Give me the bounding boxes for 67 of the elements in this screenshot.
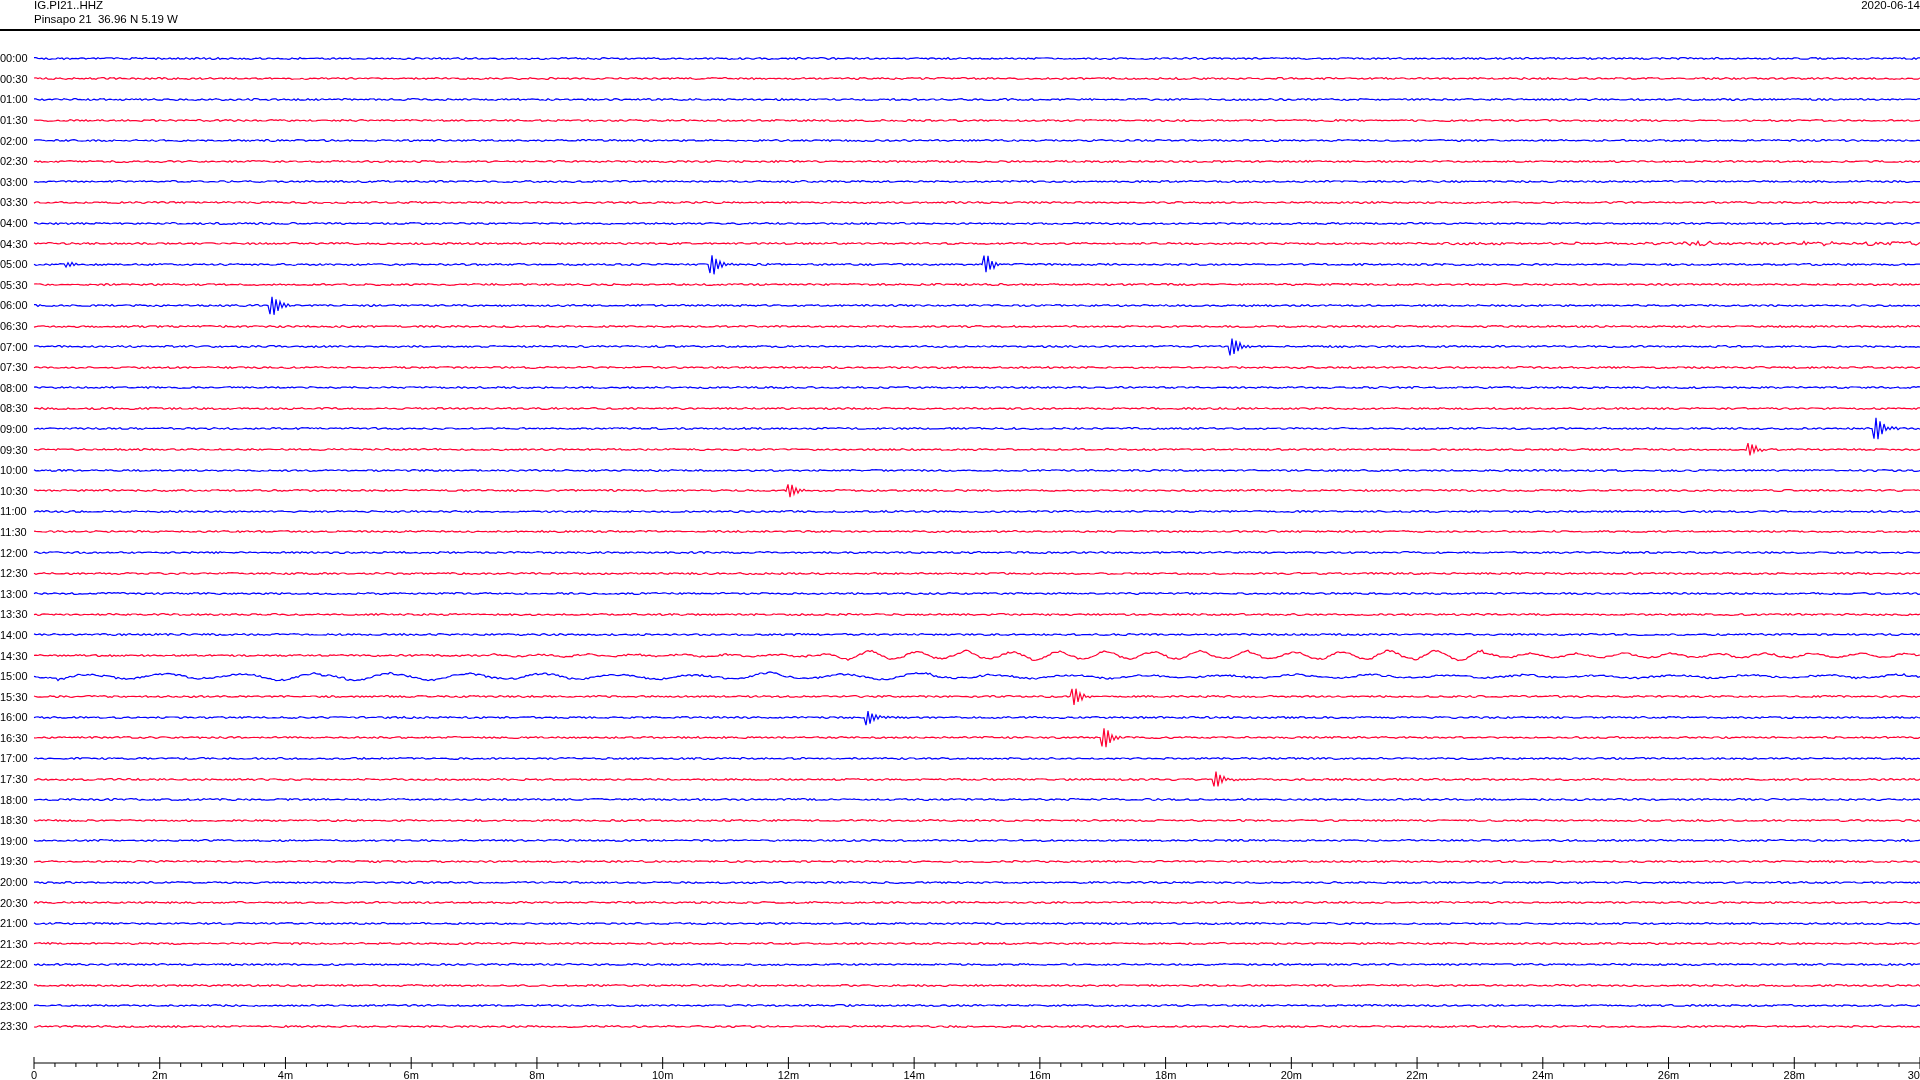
time-label: 16:30 — [0, 731, 29, 744]
time-label: 06:30 — [0, 320, 29, 332]
time-label: 11:30 — [0, 525, 28, 538]
axis-tick-label: 30 — [1907, 1069, 1920, 1080]
time-label: 05:00 — [0, 258, 29, 271]
time-label: 02:00 — [0, 134, 29, 147]
time-label: 05:30 — [0, 278, 29, 291]
axis-tick-label: 10m — [651, 1069, 674, 1080]
time-label: 08:00 — [0, 381, 29, 394]
station-info: Pinsapo 21 36.96 N 5.19 W — [34, 12, 178, 26]
time-label: 07:30 — [0, 361, 29, 374]
axis-tick-label: 0 — [30, 1069, 38, 1080]
time-label: 04:30 — [0, 237, 29, 250]
axis-tick-label: 20m — [1280, 1069, 1303, 1080]
time-label: 09:30 — [0, 443, 29, 456]
time-label: 01:00 — [0, 93, 29, 106]
time-label: 15:00 — [0, 670, 29, 683]
time-label: 20:30 — [0, 896, 29, 909]
time-label: 00:30 — [0, 72, 29, 85]
time-label: 21:00 — [0, 917, 29, 930]
time-label: 15:30 — [0, 690, 29, 703]
time-label: 10:00 — [0, 464, 29, 477]
axis-tick-label: 6m — [403, 1069, 419, 1080]
time-label: 14:30 — [0, 649, 29, 662]
axis-tick-label: 16m — [1029, 1069, 1051, 1080]
time-label: 18:00 — [0, 793, 29, 806]
time-label: 11:00 — [0, 505, 28, 518]
time-label: 22:00 — [0, 958, 29, 971]
time-label: 12:30 — [0, 567, 29, 580]
time-label: 13:00 — [0, 587, 29, 600]
axis-tick-label: 18m — [1154, 1069, 1177, 1080]
time-label: 17:00 — [0, 752, 29, 765]
date-label: 2020-06-14 — [1861, 0, 1920, 12]
time-label: 13:30 — [0, 608, 29, 621]
axis-tick-label: 28m — [1783, 1069, 1805, 1080]
time-label: 07:00 — [0, 340, 29, 353]
time-label: 23:30 — [0, 1020, 29, 1033]
time-label: 21:30 — [0, 937, 29, 950]
time-label: 03:30 — [0, 196, 29, 209]
time-label: 20:00 — [0, 876, 29, 889]
axis-tick-label: 4m — [277, 1069, 294, 1080]
time-label: 02:30 — [0, 155, 29, 168]
time-label: 10:30 — [0, 484, 29, 497]
channel-code: IG.PI21..HHZ — [34, 0, 105, 12]
time-label: 03:00 — [0, 175, 29, 188]
time-label: 16:00 — [0, 711, 29, 724]
time-label: 19:00 — [0, 834, 29, 847]
axis-tick-label: 14m — [903, 1069, 925, 1080]
time-label: 19:30 — [0, 855, 29, 868]
time-label: 08:30 — [0, 402, 29, 415]
time-label: 01:30 — [0, 114, 29, 127]
time-label: 17:30 — [0, 773, 29, 786]
time-label: 04:00 — [0, 217, 29, 230]
time-label: 23:00 — [0, 999, 29, 1012]
time-label: 12:00 — [0, 546, 29, 559]
axis-tick-label: 24m — [1532, 1069, 1554, 1080]
axis-tick-label: 12m — [777, 1069, 800, 1080]
time-label: 09:00 — [0, 423, 29, 435]
axis-tick-label: 8m — [529, 1069, 545, 1080]
time-label: 00:00 — [0, 52, 29, 65]
time-label: 18:30 — [0, 814, 29, 827]
axis-tick-label: 22m — [1406, 1069, 1428, 1080]
axis-tick-label: 26m — [1657, 1069, 1680, 1080]
time-label: 14:00 — [0, 628, 29, 641]
axis-tick-label: 2m — [152, 1069, 168, 1080]
time-label: 06:00 — [0, 299, 29, 312]
time-label: 22:30 — [0, 979, 29, 991]
